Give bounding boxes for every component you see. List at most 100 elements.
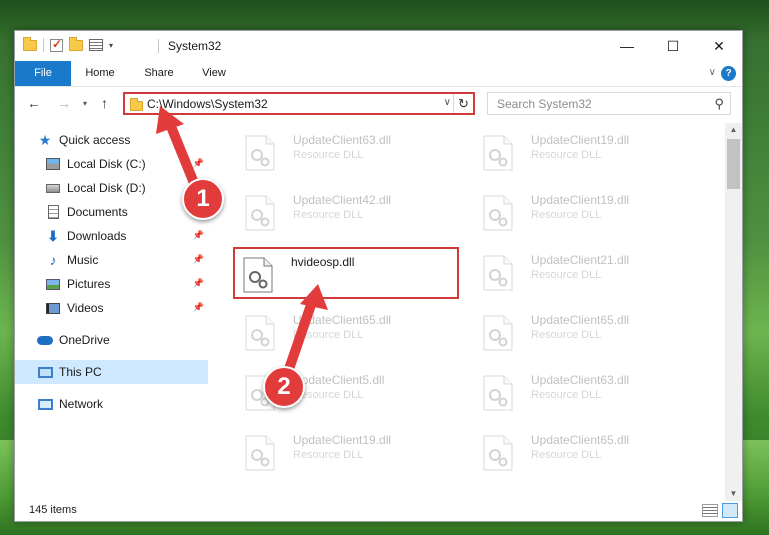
file-name: UpdateClient65.dll bbox=[531, 313, 630, 327]
sidebar-item-quick-access[interactable]: ★ Quick access bbox=[15, 128, 208, 152]
navigation-pane: ★ Quick access Local Disk (C:) 📌 Local D… bbox=[15, 123, 208, 503]
maximize-button[interactable]: ☐ bbox=[650, 31, 696, 61]
sidebar-item-downloads[interactable]: ⬇ Downloads 📌 bbox=[15, 224, 208, 248]
file-item[interactable]: UpdateClient21.dll Resource DLL bbox=[475, 247, 701, 299]
step-2-badge: 2 bbox=[263, 366, 305, 408]
file-type: Resource DLL bbox=[531, 209, 602, 221]
sidebar-item-label: OneDrive bbox=[59, 333, 110, 347]
file-name: UpdateClient19.dll bbox=[293, 433, 392, 447]
sidebar-item-music[interactable]: ♪ Music 📌 bbox=[15, 248, 208, 272]
sidebar-item-label: Pictures bbox=[67, 277, 111, 291]
scroll-up-arrow-icon[interactable]: ▲ bbox=[725, 123, 742, 137]
scroll-thumb[interactable] bbox=[727, 139, 740, 189]
tab-view[interactable]: View bbox=[193, 61, 235, 86]
address-folder-icon bbox=[130, 98, 143, 111]
sidebar-item-documents[interactable]: Documents 📌 bbox=[15, 200, 208, 224]
sidebar-item-network[interactable]: Network bbox=[15, 392, 208, 416]
file-name: hvideosp.dll bbox=[291, 255, 355, 269]
file-type: Resource DLL bbox=[531, 389, 602, 401]
pin-icon: 📌 bbox=[192, 230, 204, 240]
dll-file-icon bbox=[483, 195, 513, 231]
sidebar-item-videos[interactable]: Videos 📌 bbox=[15, 296, 208, 320]
sidebar-item-onedrive[interactable]: OneDrive bbox=[15, 328, 208, 352]
details-view-icon[interactable] bbox=[702, 504, 718, 517]
vertical-scrollbar[interactable]: ▲ ▼ bbox=[725, 123, 742, 501]
refresh-icon[interactable]: ↻ bbox=[453, 94, 473, 113]
file-item[interactable]: UpdateClient19.dll Resource DLL bbox=[237, 427, 463, 479]
file-name: UpdateClient63.dll bbox=[293, 133, 392, 147]
file-item[interactable]: UpdateClient63.dll Resource DLL bbox=[475, 367, 701, 419]
recent-locations-icon[interactable]: ▾ bbox=[83, 99, 87, 108]
search-icon[interactable]: ⚲ bbox=[714, 96, 724, 112]
music-icon: ♪ bbox=[49, 252, 57, 268]
file-list: UpdateClient63.dll Resource DLL UpdateCl… bbox=[221, 123, 725, 498]
expand-ribbon-icon[interactable]: ∨ bbox=[709, 67, 716, 78]
dll-file-icon bbox=[243, 257, 273, 293]
dll-file-icon bbox=[483, 375, 513, 411]
sidebar-item-local-disk-c[interactable]: Local Disk (C:) 📌 bbox=[15, 152, 208, 176]
onedrive-icon bbox=[37, 332, 53, 348]
folder-icon[interactable] bbox=[23, 36, 37, 51]
properties-check-icon[interactable] bbox=[50, 37, 63, 52]
tab-share[interactable]: Share bbox=[137, 61, 181, 86]
address-bar[interactable]: C:\Windows\System32 ∨ ↻ bbox=[123, 92, 475, 115]
title-separator bbox=[158, 39, 159, 53]
file-item-hvideosp[interactable]: hvideosp.dll bbox=[233, 247, 459, 299]
sidebar-item-label: Documents bbox=[67, 205, 128, 219]
sidebar-item-label: This PC bbox=[59, 365, 102, 379]
file-name: UpdateClient65.dll bbox=[293, 313, 392, 327]
file-name: UpdateClient19.dll bbox=[531, 133, 630, 147]
customize-toolbar-caret-icon[interactable]: ▾ bbox=[109, 41, 113, 50]
pin-icon: 📌 bbox=[192, 254, 204, 264]
sidebar-item-label: Quick access bbox=[59, 133, 131, 147]
close-button[interactable]: ✕ bbox=[696, 31, 742, 61]
scroll-down-arrow-icon[interactable]: ▼ bbox=[725, 487, 742, 501]
dll-file-icon bbox=[245, 435, 275, 471]
new-folder-icon[interactable] bbox=[69, 36, 83, 51]
file-type: Resource DLL bbox=[531, 149, 602, 161]
videos-icon bbox=[45, 300, 61, 316]
file-type: Resource DLL bbox=[531, 329, 602, 341]
ribbon-tabs: File Home Share View ∨ ? bbox=[15, 61, 742, 87]
tab-file[interactable]: File bbox=[15, 61, 71, 86]
local-disk-c-icon bbox=[45, 156, 61, 172]
address-path[interactable]: C:\Windows\System32 bbox=[147, 97, 268, 111]
file-type: Resource DLL bbox=[531, 449, 602, 461]
minimize-button[interactable]: — bbox=[604, 31, 650, 61]
file-name: UpdateClient63.dll bbox=[531, 373, 630, 387]
file-item[interactable]: UpdateClient65.dll Resource DLL bbox=[475, 307, 701, 359]
sidebar-item-label: Downloads bbox=[67, 229, 127, 243]
file-type: Resource DLL bbox=[293, 449, 364, 461]
file-item[interactable]: UpdateClient65.dll Resource DLL bbox=[475, 427, 701, 479]
sidebar-item-label: Local Disk (D:) bbox=[67, 181, 146, 195]
quick-access-toolbar: ▾ bbox=[23, 36, 113, 52]
sidebar-item-this-pc[interactable]: This PC bbox=[15, 360, 208, 384]
address-dropdown-icon[interactable]: ∨ bbox=[444, 97, 451, 108]
search-input[interactable]: Search System32 ⚲ bbox=[487, 92, 731, 115]
sidebar-item-pictures[interactable]: Pictures 📌 bbox=[15, 272, 208, 296]
dll-file-icon bbox=[245, 315, 275, 351]
file-item[interactable]: UpdateClient42.dll Resource DLL bbox=[237, 187, 463, 239]
view-properties-icon[interactable] bbox=[89, 39, 103, 51]
back-arrow-icon[interactable]: ← bbox=[27, 95, 41, 111]
toolbar-separator bbox=[43, 38, 44, 52]
file-name: UpdateClient65.dll bbox=[531, 433, 630, 447]
up-arrow-icon[interactable]: ↑ bbox=[101, 95, 108, 111]
file-name: UpdateClient42.dll bbox=[293, 193, 392, 207]
this-pc-icon bbox=[37, 364, 53, 380]
dll-file-icon bbox=[483, 435, 513, 471]
sidebar-item-label: Music bbox=[67, 253, 99, 267]
file-item[interactable]: UpdateClient19.dll Resource DLL bbox=[475, 187, 701, 239]
forward-arrow-icon[interactable]: → bbox=[57, 95, 71, 111]
file-item[interactable]: UpdateClient63.dll Resource DLL bbox=[237, 127, 463, 179]
pictures-icon bbox=[45, 276, 61, 292]
file-item[interactable]: UpdateClient65.dll Resource DLL bbox=[237, 307, 463, 359]
file-type: Resource DLL bbox=[293, 209, 364, 221]
large-icons-view-icon[interactable] bbox=[722, 503, 738, 518]
tab-home[interactable]: Home bbox=[77, 61, 123, 86]
pin-icon: 📌 bbox=[192, 302, 204, 312]
file-item[interactable]: UpdateClient19.dll Resource DLL bbox=[475, 127, 701, 179]
help-icon[interactable]: ? bbox=[721, 66, 736, 81]
file-type: Resource DLL bbox=[293, 329, 364, 341]
sidebar-item-local-disk-d[interactable]: Local Disk (D:) bbox=[15, 176, 208, 200]
